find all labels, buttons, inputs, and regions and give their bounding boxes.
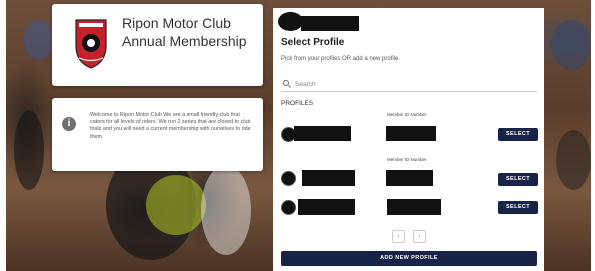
club-description: Welcome to Ripon Motor Club We are a sma… (90, 112, 251, 140)
page-title: Select Profile (281, 37, 345, 48)
search-bar (281, 77, 537, 92)
club-header-card: Ripon Motor Club Annual Membership (52, 4, 263, 86)
user-avatar[interactable] (278, 12, 303, 31)
search-icon (283, 80, 289, 86)
select-profile-button[interactable]: SELECT (498, 173, 538, 186)
info-icon: i (62, 117, 76, 131)
profile-avatar (281, 171, 296, 186)
member-id-label: Member ID Number (387, 157, 427, 162)
club-crest-icon (75, 19, 107, 69)
profile-panel: Select Profile Pick from your profiles O… (273, 8, 544, 271)
profile-avatar (281, 200, 296, 215)
add-new-profile-button[interactable]: ADD NEW PROFILE (281, 251, 537, 266)
club-info-card: i Welcome to Ripon Motor Club We are a s… (52, 98, 263, 171)
search-input[interactable] (295, 78, 525, 90)
select-profile-button[interactable]: SELECT (498, 201, 538, 214)
page-subtitle: Pick from your profiles OR add a new pro… (281, 56, 401, 62)
next-page-button[interactable]: › (413, 230, 426, 243)
previous-page-button[interactable]: ‹ (392, 230, 405, 243)
redacted-profile-name (302, 170, 355, 186)
redacted-user-name (301, 16, 359, 31)
club-title: Ripon Motor Club Annual Membership (122, 15, 247, 49)
redacted-profile-name (294, 126, 351, 141)
profiles-label: PROFILES (281, 100, 314, 107)
redacted-member-id (386, 126, 436, 141)
redacted-member-id (387, 199, 441, 215)
member-id-label: Member ID Number (387, 112, 427, 117)
redacted-profile-name (298, 199, 355, 215)
select-profile-button[interactable]: SELECT (498, 128, 538, 141)
redacted-member-id (386, 170, 433, 186)
